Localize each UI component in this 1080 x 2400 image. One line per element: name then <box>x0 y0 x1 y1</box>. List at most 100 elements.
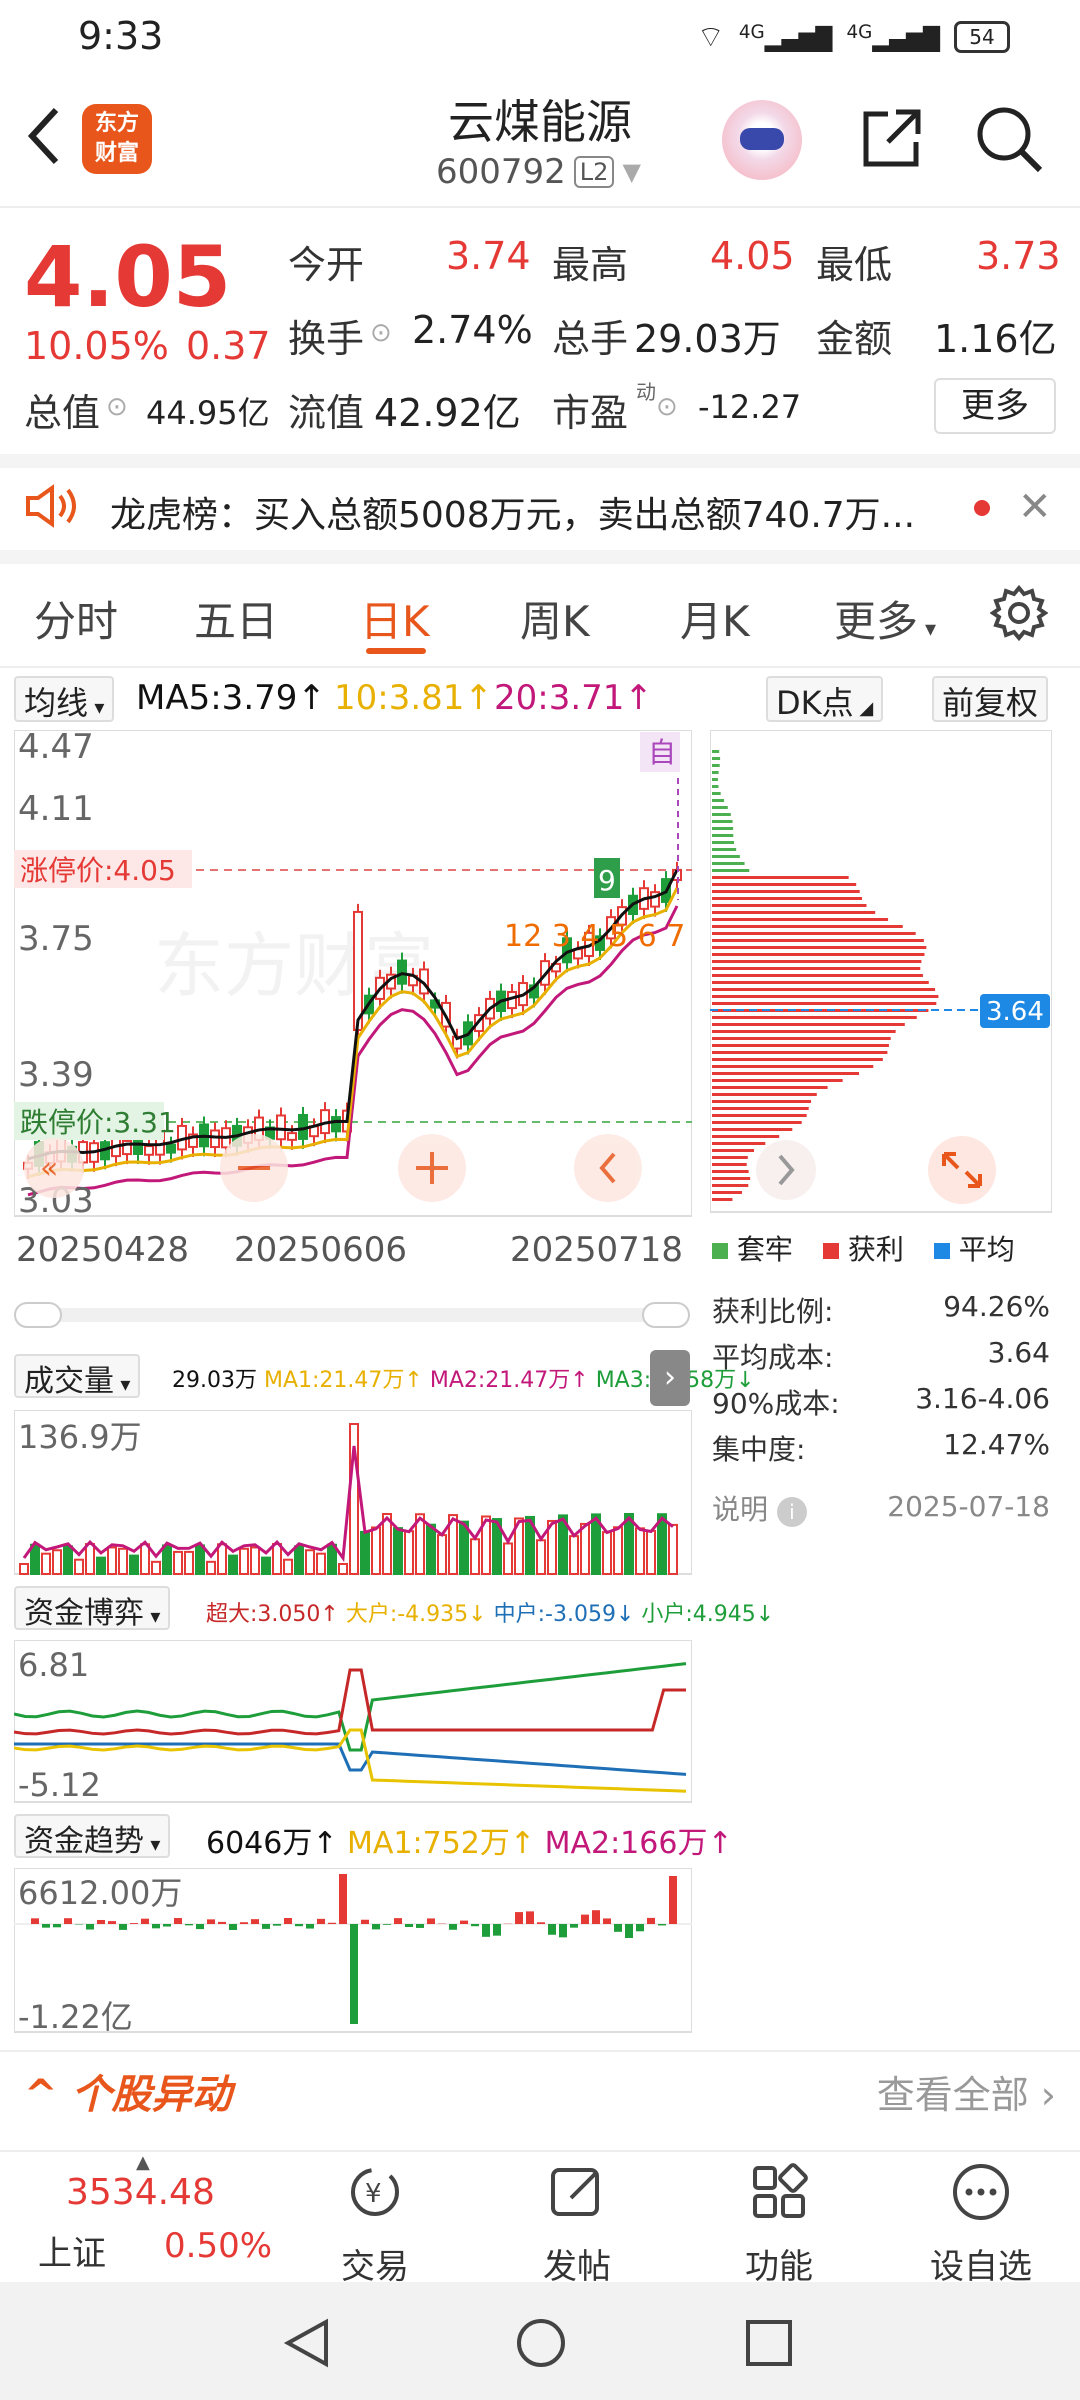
open-value: 3.74 <box>446 234 531 278</box>
candle <box>331 1116 341 1133</box>
mcap-label: 总值 <box>24 391 101 435</box>
range-handle-left[interactable] <box>14 1302 62 1328</box>
pe-label: 市盈 <box>552 391 629 435</box>
svg-text:¥: ¥ <box>365 2179 382 2209</box>
dk-point-toggle[interactable]: DK点 ◢ <box>766 676 884 722</box>
chip-distribution-chart[interactable]: 3.64 <box>710 730 1052 1214</box>
nav-recents-icon[interactable] <box>744 2318 794 2372</box>
volume-indicator-selector[interactable]: 成交量 ▾ <box>14 1354 141 1399</box>
chip-bar <box>712 799 725 802</box>
explain-link[interactable]: 说明 i <box>712 1488 807 1528</box>
double-chevron-left-icon: « <box>40 1151 58 1186</box>
trade-button[interactable]: ¥ 交易 <box>310 2160 440 2288</box>
nav-back-icon[interactable] <box>280 2316 334 2374</box>
index-value[interactable]: 3534.48 <box>66 2172 215 2213</box>
gear-icon[interactable] <box>989 584 1049 646</box>
chip-bar <box>712 806 728 809</box>
kline-chart[interactable]: 东方财富 自 9 12 3 4 5 6 7 8 4.47 4.11 涨停价:4.… <box>14 730 692 1220</box>
fund-trend-bar <box>86 1924 94 1930</box>
chip-bar <box>712 1030 896 1033</box>
fund-game-selector[interactable]: 资金博弈 ▾ <box>14 1586 171 1631</box>
stock-anomaly-title[interactable]: ^ 个股异动 <box>24 2062 231 2120</box>
chip-bar <box>712 848 737 851</box>
add-watchlist-button[interactable]: 设自选 <box>916 2160 1046 2288</box>
next-indicator-button[interactable]: › <box>650 1350 690 1406</box>
limit-up-text: 涨停价:4.05 <box>20 854 176 887</box>
view-all-link[interactable]: 查看全部 › <box>877 2064 1056 2119</box>
tab-weekly-k[interactable]: 周K <box>520 588 590 649</box>
tab-daily-k[interactable]: 日K <box>360 588 430 649</box>
candle <box>276 1114 286 1141</box>
fund-trend-selector[interactable]: 资金趋势 ▾ <box>14 1814 171 1859</box>
chip-bar <box>712 988 936 991</box>
chip-bar <box>712 1065 874 1068</box>
section-divider <box>0 2050 1080 2052</box>
chevron-up-icon: ^ <box>24 2072 58 2118</box>
close-icon[interactable]: ✕ <box>1018 484 1052 530</box>
tab-five-day[interactable]: 五日 <box>194 588 278 649</box>
fund-trend-bar <box>163 1924 171 1927</box>
chip-bar <box>712 778 718 781</box>
range-scrollbar[interactable] <box>14 1308 690 1322</box>
fund-trend-bar <box>548 1924 556 1935</box>
edit-icon <box>551 2168 599 2216</box>
volume-bar <box>283 1558 293 1576</box>
volume-bar <box>195 1544 205 1576</box>
fund-trend-bar <box>669 1876 677 1924</box>
chip-bar <box>712 1156 748 1159</box>
more-quote-button[interactable]: 更多 <box>934 378 1056 434</box>
chip-bar <box>712 757 721 760</box>
expand-button[interactable] <box>928 1136 996 1204</box>
fund-trend-bar <box>64 1918 72 1924</box>
volume-bar <box>52 1549 62 1575</box>
profile-date: 2025-07-18 <box>887 1490 1050 1523</box>
volume-bar <box>74 1558 84 1576</box>
info-icon[interactable]: ⊙ <box>370 318 392 348</box>
next-button[interactable] <box>756 1140 816 1200</box>
index-name[interactable]: 上证 <box>38 2226 106 2275</box>
fund-trend-bar <box>152 1924 160 1929</box>
volume-bar <box>536 1539 546 1575</box>
concentration-label: 集中度: <box>712 1433 806 1466</box>
chip-bar <box>712 939 924 942</box>
tab-monthly-k[interactable]: 月K <box>680 588 750 649</box>
chip-bar <box>712 1184 749 1187</box>
status-time: 9:33 <box>78 14 164 58</box>
fund-trend-bar <box>196 1924 204 1930</box>
chip-bar <box>712 1114 807 1117</box>
fund-trend-bar <box>97 1919 105 1924</box>
fund-trend-bar <box>515 1912 523 1924</box>
ma-selector[interactable]: 均线 ▾ <box>14 676 115 722</box>
fund-trend-bar <box>559 1924 567 1938</box>
tab-intraday[interactable]: 分时 <box>34 588 118 649</box>
more-dots-icon <box>953 2164 1009 2220</box>
scroll-left-button[interactable] <box>574 1134 642 1202</box>
nav-home-icon[interactable] <box>514 2316 568 2374</box>
profit-ratio-value: 94.26% <box>943 1290 1050 1323</box>
volume-bar <box>261 1556 271 1575</box>
fund-trend-bar <box>31 1918 39 1924</box>
chip-bar <box>712 771 719 774</box>
stock-code-selector[interactable]: 600792 L2 ▼ <box>436 152 641 192</box>
volume-chart[interactable]: 136.9万 <box>14 1410 692 1576</box>
post-button[interactable]: 发帖 <box>512 2160 642 2288</box>
info-icon[interactable]: ⊙ <box>656 392 678 422</box>
search-icon[interactable] <box>974 104 1044 174</box>
index-percent[interactable]: 0.50% <box>164 2226 272 2266</box>
fund-game-chart[interactable]: 6.81 -5.12 <box>14 1640 692 1804</box>
chip-bar <box>712 897 863 900</box>
fund-trend-chart[interactable]: 6612.00万 -1.22亿 <box>14 1868 692 2034</box>
share-icon[interactable] <box>858 106 924 172</box>
trade-icon: ¥ <box>351 2168 399 2216</box>
fund-trend-bar <box>625 1924 633 1938</box>
range-handle-right[interactable] <box>642 1302 690 1328</box>
tab-more[interactable]: 更多 ▾ <box>834 588 936 649</box>
chip-bar <box>712 820 733 823</box>
ai-assistant-icon[interactable] <box>722 100 802 180</box>
volume-bar <box>19 1563 29 1575</box>
info-icon[interactable]: ⊙ <box>106 392 128 422</box>
price-adjust-toggle[interactable]: 前复权 <box>932 676 1049 722</box>
fund-trend-bar <box>339 1874 347 1924</box>
function-button[interactable]: 功能 <box>714 2160 844 2288</box>
fund-trend-bar <box>603 1918 611 1924</box>
